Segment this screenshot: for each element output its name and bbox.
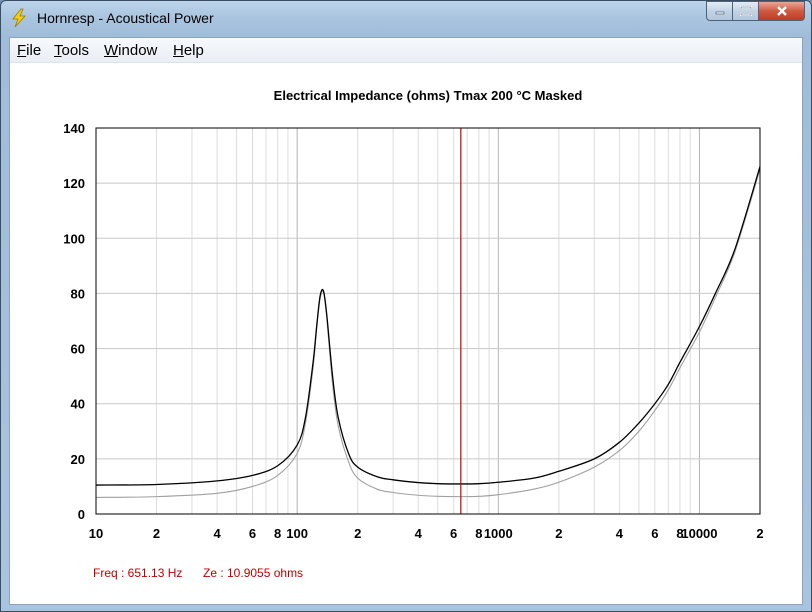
x-tick-label: 100	[286, 526, 308, 541]
x-tick-label: 4	[415, 526, 423, 541]
y-tick-label: 60	[71, 342, 85, 357]
lightning-bolt-icon	[12, 8, 26, 28]
y-tick-label: 140	[63, 121, 85, 136]
close-button[interactable]	[759, 1, 805, 21]
y-tick-label: 120	[63, 176, 85, 191]
y-tick-label: 20	[71, 452, 85, 467]
minimize-button[interactable]	[706, 1, 733, 21]
chart-title: Electrical Impedance (ohms) Tmax 200 °C …	[274, 88, 583, 103]
plot-area	[96, 128, 760, 514]
maximize-button[interactable]	[733, 1, 759, 21]
x-tick-label: 2	[555, 526, 562, 541]
freq-readout: Freq : 651.13 Hz	[93, 566, 183, 580]
menu-file[interactable]: File	[17, 42, 41, 59]
x-tick-label: 6	[450, 526, 457, 541]
x-tick-label: 6	[249, 526, 256, 541]
y-tick-label: 100	[63, 231, 85, 246]
y-tick-label: 80	[71, 286, 85, 301]
x-tick-label: 6	[651, 526, 658, 541]
x-tick-label: 2	[756, 526, 763, 541]
close-icon	[776, 6, 787, 16]
menu-window[interactable]: Window	[104, 42, 157, 59]
x-tick-label: 10000	[681, 526, 717, 541]
menu-bar: File Tools Window Help	[10, 38, 802, 63]
x-tick-label: 4	[213, 526, 221, 541]
x-tick-label: 1000	[484, 526, 513, 541]
ze-readout: Ze : 10.9055 ohms	[203, 566, 304, 580]
window-title: Hornresp - Acoustical Power	[37, 10, 214, 26]
client-area: File Tools Window Help Electrical Impeda…	[9, 37, 803, 605]
x-tick-label: 10	[89, 526, 103, 541]
y-tick-label: 0	[78, 507, 85, 522]
impedance-chart[interactable]: Electrical Impedance (ohms) Tmax 200 °C …	[10, 63, 802, 563]
menu-help[interactable]: Help	[173, 42, 204, 59]
x-tick-label: 2	[354, 526, 361, 541]
minimize-icon	[715, 11, 724, 15]
x-tick-label: 2	[153, 526, 160, 541]
x-tick-label: 8	[274, 526, 281, 541]
app-window: Hornresp - Acoustical Power File Tools W…	[0, 0, 812, 612]
maximize-icon	[739, 6, 752, 16]
x-tick-label: 4	[616, 526, 624, 541]
menu-tools[interactable]: Tools	[54, 42, 89, 59]
window-controls	[706, 1, 805, 23]
x-tick-label: 8	[475, 526, 482, 541]
y-tick-label: 40	[71, 397, 85, 412]
title-bar[interactable]: Hornresp - Acoustical Power	[1, 1, 811, 35]
